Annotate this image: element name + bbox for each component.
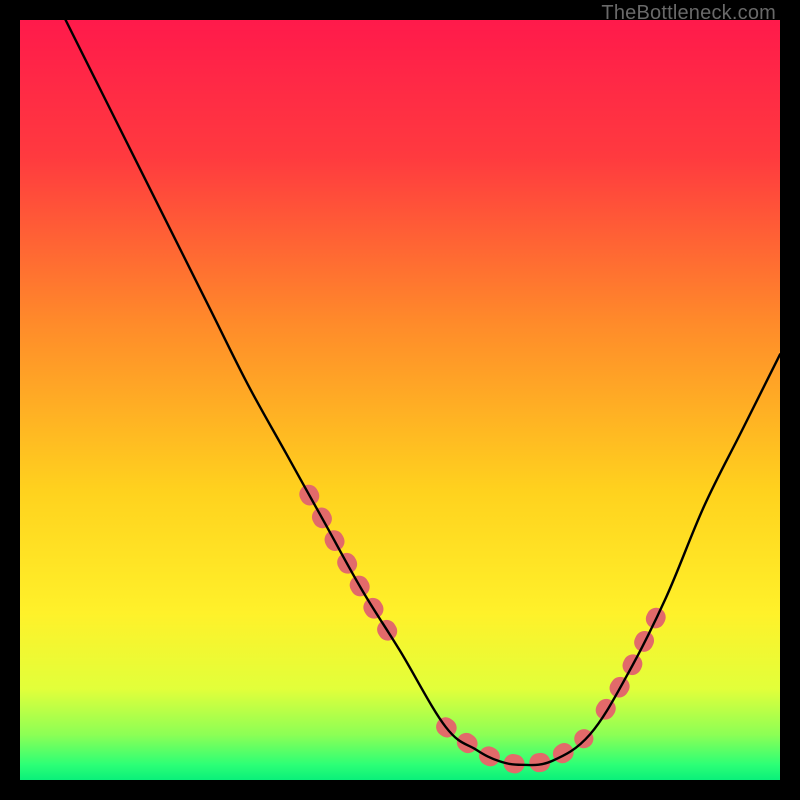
bottleneck-chart [20,20,780,780]
gradient-background [20,20,780,780]
watermark-text: TheBottleneck.com [601,2,776,25]
chart-frame [20,20,780,780]
